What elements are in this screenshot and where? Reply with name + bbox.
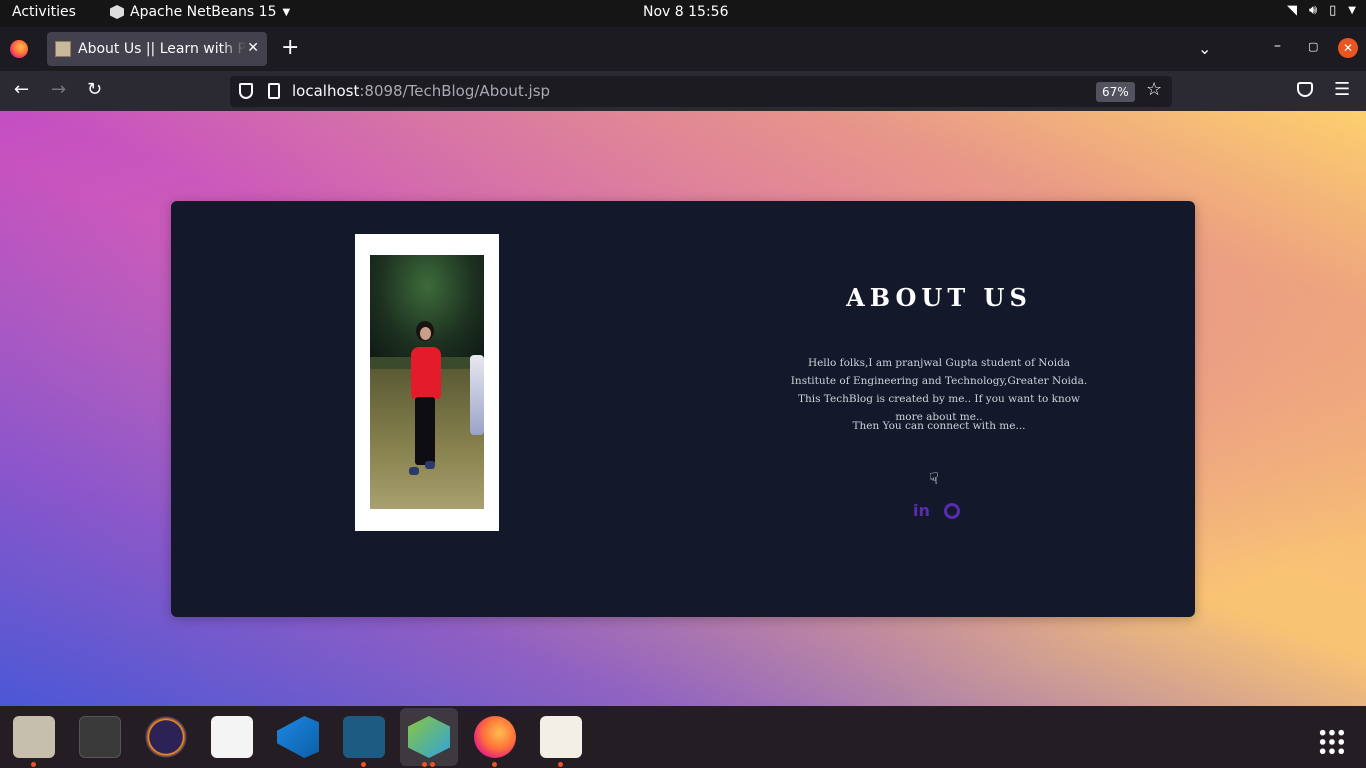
chevron-down-icon: ▼ [1348, 5, 1356, 16]
volume-icon: 🔊︎ [1308, 3, 1318, 18]
firefox-icon[interactable] [474, 716, 516, 758]
reload-button[interactable]: ↻ [87, 80, 102, 100]
text-editor-icon[interactable] [211, 716, 253, 758]
pocket-icon[interactable] [1297, 82, 1313, 97]
bookmark-star-icon[interactable]: ☆ [1146, 79, 1162, 100]
running-indicator [492, 762, 497, 767]
navigation-toolbar: ← → ↻ localhost:8098/TechBlog/About.jsp … [0, 71, 1366, 111]
hand-pointer-icon: ☟ [929, 469, 939, 488]
page-favicon-icon [55, 41, 71, 57]
running-indicator [361, 762, 366, 767]
hamburger-menu-icon[interactable]: ☰ [1334, 79, 1350, 100]
url-bar[interactable]: localhost:8098/TechBlog/About.jsp 67% ☆ [230, 76, 1172, 107]
site-info-icon[interactable] [268, 83, 280, 99]
photo-shoe-right [425, 461, 435, 469]
photo-face [420, 327, 431, 340]
profile-photo-frame [355, 234, 499, 531]
photo-shoe-left [409, 467, 419, 475]
tab-title: About Us || Learn with Programmer [78, 41, 246, 57]
wifi-icon: ◥ [1286, 3, 1297, 18]
profile-photo [370, 255, 484, 509]
document-viewer-icon[interactable] [540, 716, 582, 758]
mysql-workbench-icon[interactable] [343, 716, 385, 758]
close-tab-icon[interactable]: ✕ [247, 40, 259, 56]
zoom-reset-button[interactable]: 67% [1096, 82, 1135, 102]
back-button[interactable]: ← [14, 80, 29, 100]
eclipse-icon[interactable] [145, 716, 187, 758]
about-heading: ABOUT US [846, 283, 1032, 312]
app-menu[interactable]: Apache NetBeans 15 ▼ [110, 4, 290, 20]
terminal-icon[interactable] [79, 716, 121, 758]
photo-legs [415, 397, 435, 465]
running-indicator [430, 762, 435, 767]
page-viewport: ABOUT US Hello folks,I am pranjwal Gupta… [0, 111, 1366, 706]
running-indicator [31, 762, 36, 767]
browser-tab-strip: About Us || Learn with Programmer ✕ + ⌄ … [0, 27, 1366, 71]
about-card: ABOUT US Hello folks,I am pranjwal Gupta… [171, 201, 1195, 617]
activities-button[interactable]: Activities [12, 4, 76, 20]
social-links: in [913, 501, 960, 520]
maximize-window-button[interactable]: ▢ [1308, 40, 1318, 53]
show-applications-icon[interactable] [1318, 728, 1346, 756]
close-window-button[interactable]: ✕ [1338, 38, 1358, 58]
photo-trees [370, 255, 484, 357]
list-all-tabs-button[interactable]: ⌄ [1198, 39, 1211, 58]
files-icon[interactable] [13, 716, 55, 758]
tab-about-us[interactable]: About Us || Learn with Programmer ✕ [47, 32, 267, 66]
linkedin-icon[interactable]: in [913, 501, 930, 520]
url-path: :8098/TechBlog/About.jsp [359, 82, 551, 100]
firefox-view-icon[interactable] [10, 40, 28, 58]
github-icon[interactable] [943, 503, 960, 519]
photo-red-sweater [411, 347, 441, 399]
about-paragraph: Hello folks,I am pranjwal Gupta student … [790, 357, 1088, 423]
battery-icon: ▯ [1329, 3, 1337, 18]
system-tray[interactable]: ◥ 🔊︎ ▯ ▼ [1287, 3, 1356, 18]
connect-text: Then You can connect with me... [852, 420, 1026, 432]
system-top-bar: Activities Apache NetBeans 15 ▼ Nov 8 15… [0, 0, 1366, 27]
running-indicator [558, 762, 563, 767]
url-host: localhost [292, 82, 360, 100]
ubuntu-dock [0, 706, 1366, 768]
chevron-down-icon: ▼ [282, 6, 291, 18]
app-menu-label: Apache NetBeans 15 [130, 4, 277, 20]
photo-background-person [470, 355, 484, 435]
url-text[interactable]: localhost:8098/TechBlog/About.jsp [292, 82, 550, 100]
forward-button[interactable]: → [51, 80, 66, 100]
running-indicator [422, 762, 427, 767]
clock[interactable]: Nov 8 15:56 [643, 4, 728, 20]
netbeans-app-icon [110, 5, 124, 19]
tracking-protection-icon[interactable] [239, 83, 253, 99]
new-tab-button[interactable]: + [281, 37, 299, 59]
minimize-window-button[interactable]: – [1274, 38, 1281, 54]
vscode-icon[interactable] [277, 716, 319, 758]
